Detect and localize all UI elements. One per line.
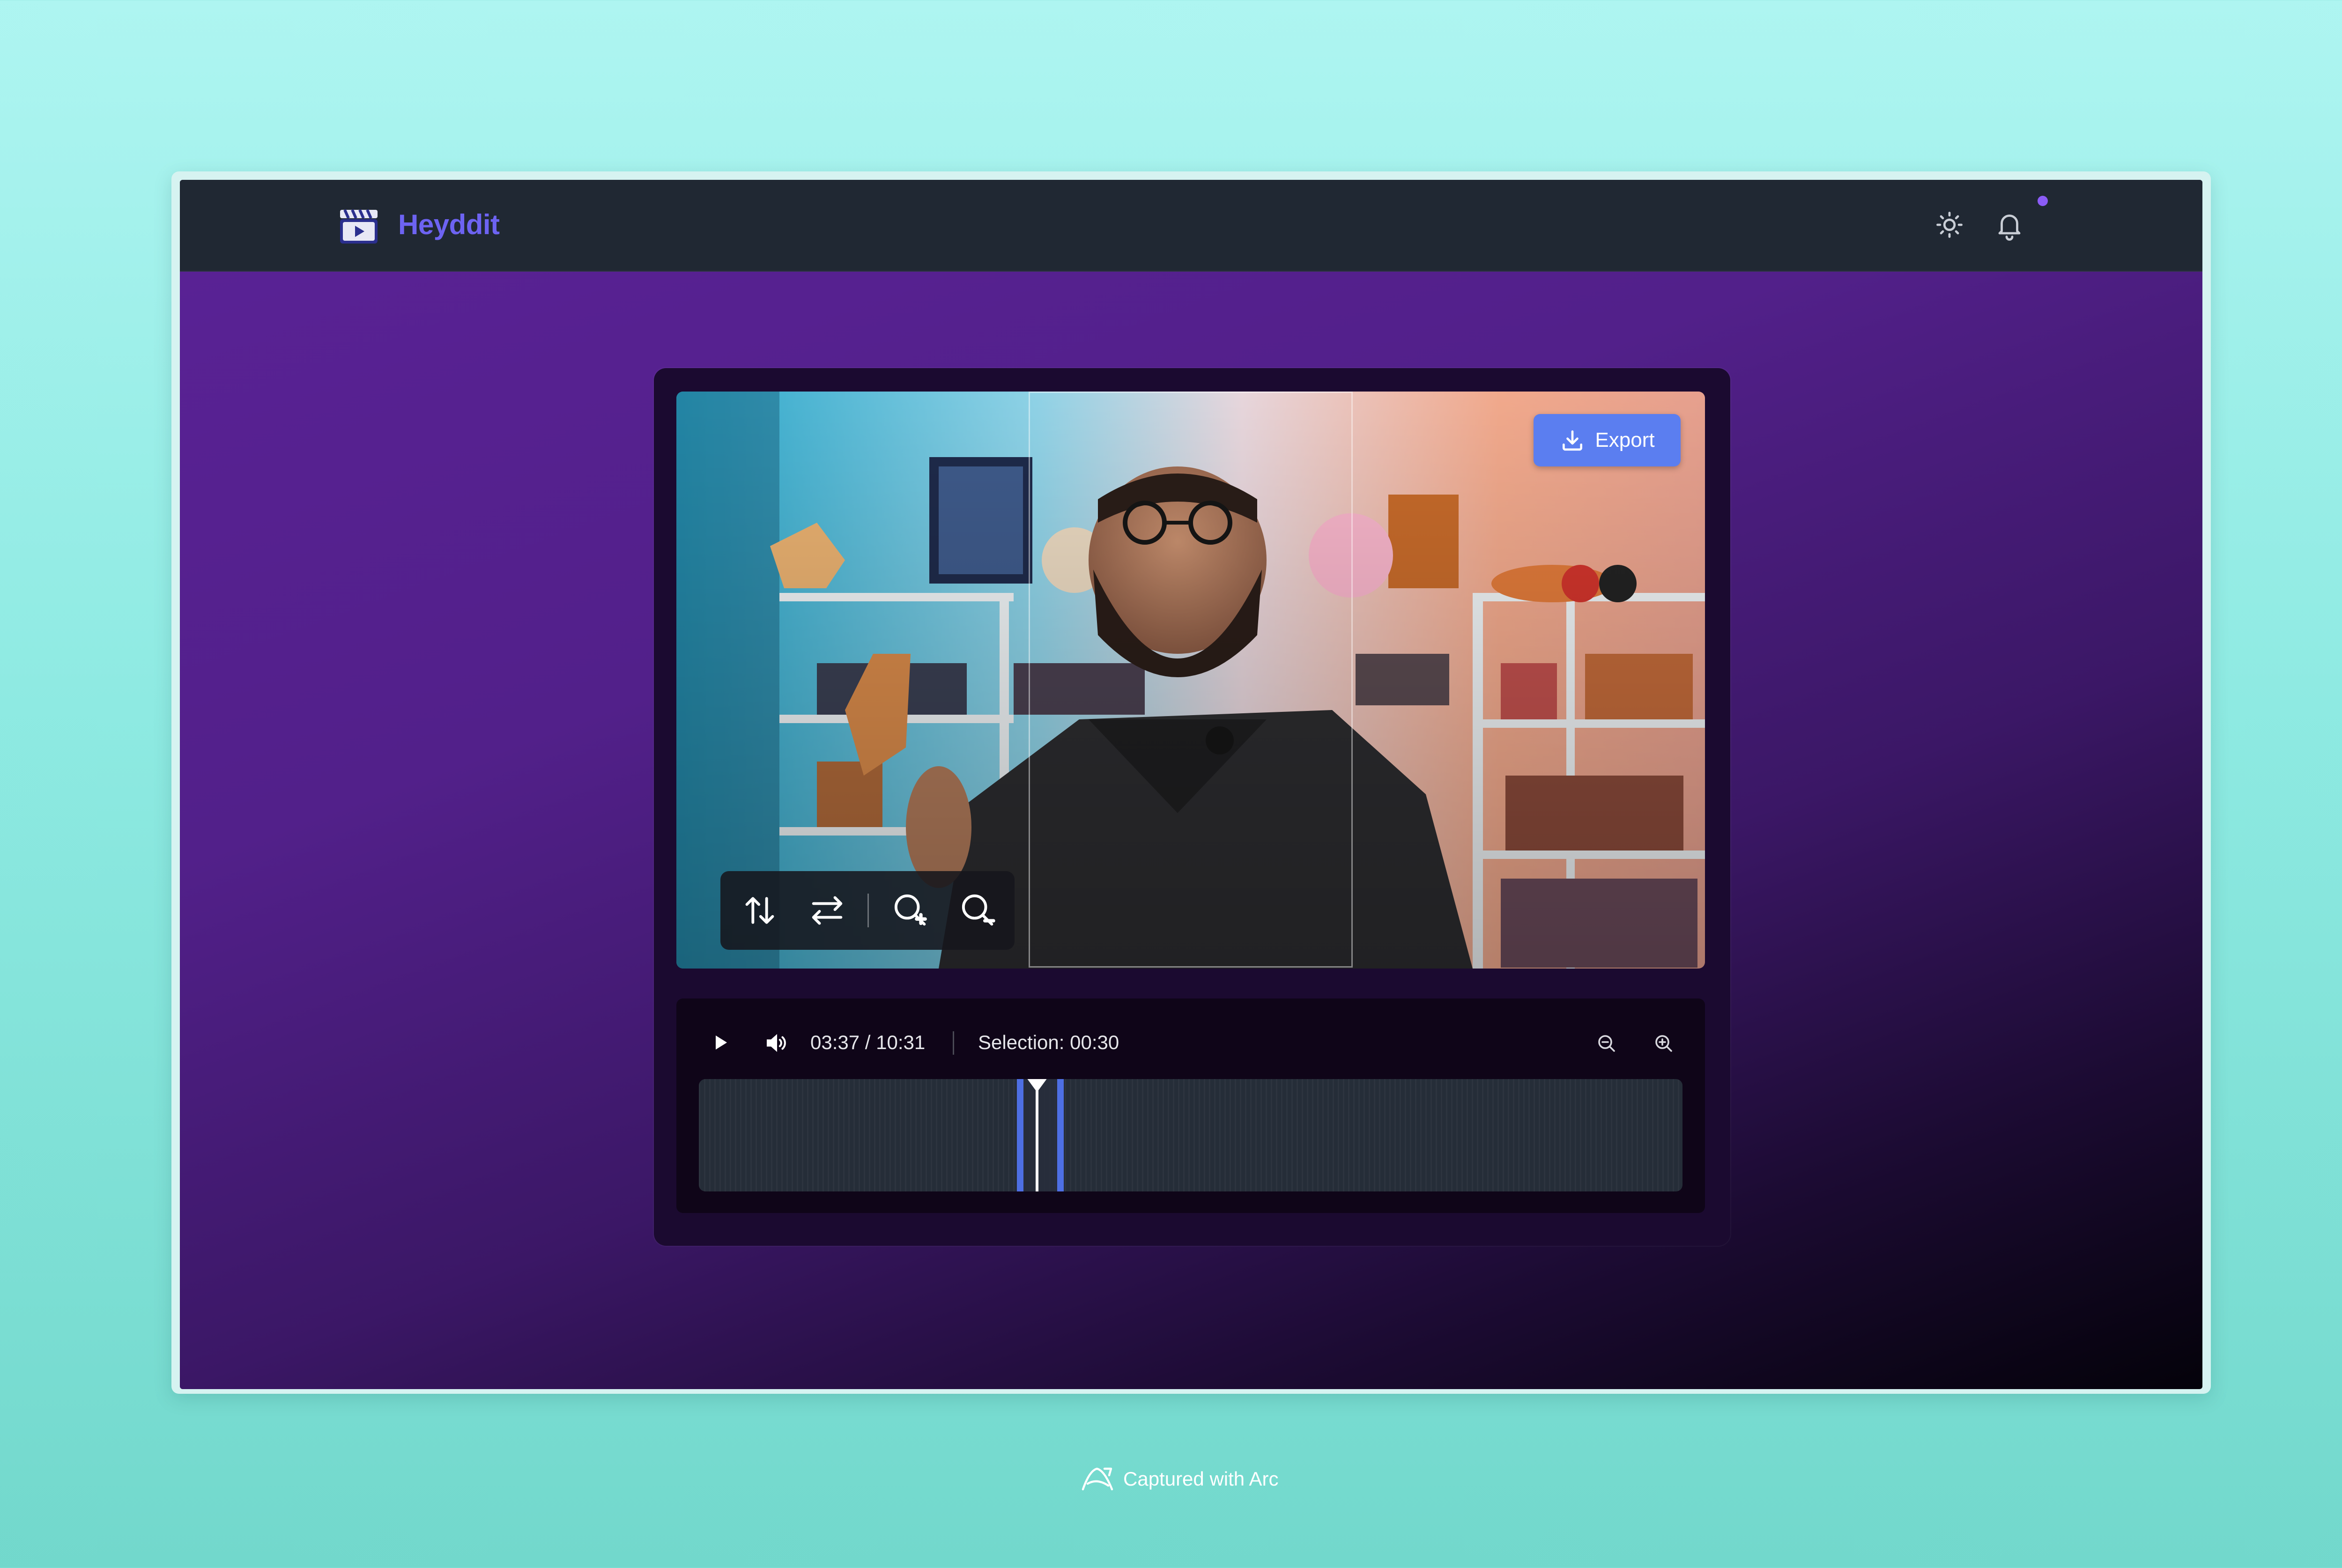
- timeline-selection[interactable]: [1017, 1079, 1064, 1191]
- time-separator: [953, 1031, 954, 1055]
- top-navbar: Heyddit: [180, 180, 2202, 272]
- export-label: Export: [1595, 429, 1655, 451]
- crop-selection-box[interactable]: [1029, 392, 1353, 968]
- selection-duration: Selection: 00:30: [978, 1031, 1119, 1053]
- time-display: 03:37 / 10:31: [810, 1031, 926, 1053]
- bell-icon[interactable]: [1993, 208, 2026, 242]
- playhead-handle[interactable]: [1027, 1079, 1047, 1092]
- video-preview[interactable]: Export: [676, 392, 1705, 969]
- timeline-zoom-in-icon[interactable]: [1653, 1032, 1675, 1055]
- zoom-in-icon[interactable]: [890, 890, 931, 931]
- sun-icon[interactable]: [1933, 208, 1966, 242]
- footer-text: Captured with Arc: [1123, 1468, 1279, 1490]
- clapperboard-play-icon[interactable]: [337, 206, 380, 244]
- arrows-left-right-icon[interactable]: [807, 890, 848, 931]
- arc-logo-icon: [1082, 1467, 1113, 1491]
- timeline-panel: 03:37 / 10:31 Selection: 00:30: [676, 998, 1705, 1213]
- timeline-zoom-out-icon[interactable]: [1595, 1032, 1618, 1055]
- timeline-track[interactable]: [699, 1079, 1682, 1191]
- brand-name[interactable]: Heyddit: [398, 203, 500, 246]
- app-window: Heyddit Export 03:37 / 10:31 Selection: …: [180, 180, 2202, 1389]
- arrows-up-down-icon[interactable]: [739, 890, 780, 931]
- toolbar-divider: [867, 894, 869, 927]
- notification-badge: [2038, 196, 2048, 206]
- volume-icon[interactable]: [763, 1030, 789, 1056]
- crop-toolbar: [720, 871, 1015, 950]
- download-icon: [1563, 430, 1583, 451]
- arc-capture-footer: Captured with Arc: [1080, 1464, 1279, 1494]
- playhead[interactable]: [1036, 1079, 1038, 1191]
- play-icon[interactable]: [709, 1031, 732, 1054]
- video-editor-card: Export 03:37 / 10:31 Selection: 00:30: [654, 368, 1730, 1246]
- export-button[interactable]: Export: [1534, 414, 1681, 466]
- zoom-out-icon[interactable]: [957, 890, 999, 931]
